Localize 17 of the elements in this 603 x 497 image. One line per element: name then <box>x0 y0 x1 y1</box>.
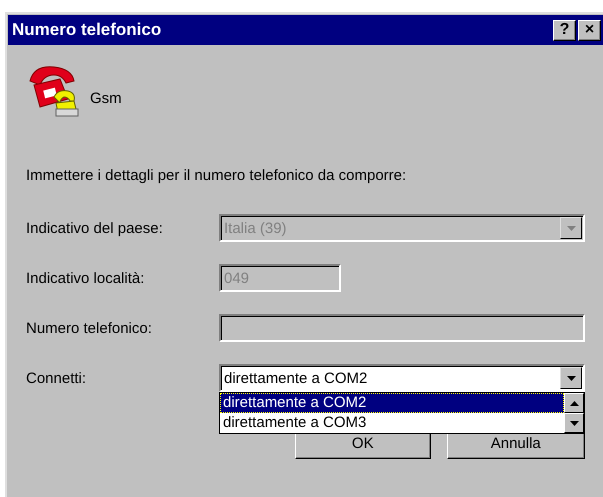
dropdown-field[interactable]: direttamente a COM2 <box>219 364 585 392</box>
field-label: Indicativo del paese: <box>26 220 164 236</box>
scroll-up-icon <box>570 400 578 406</box>
connection-name: Gsm <box>90 90 122 107</box>
window-title: Numero telefonico <box>12 20 162 40</box>
scroll-down-icon <box>570 420 578 426</box>
scroll-up-button[interactable] <box>564 393 584 413</box>
dropdown-arrow-icon <box>566 376 576 380</box>
instruction-text: Immettere i dettagli per il numero telefonico da comporre: <box>26 167 408 184</box>
dropdown-option[interactable]: direttamente a COM2 <box>220 393 564 413</box>
dropdown-arrow-icon <box>566 226 576 230</box>
field-label: Numero telefonico: <box>26 320 153 336</box>
help-button[interactable]: ? <box>553 20 576 40</box>
scroll-down-button[interactable] <box>564 413 584 433</box>
field-label: Indicativo località: <box>26 270 146 286</box>
field-label: Connetti: <box>26 370 88 386</box>
close-button[interactable]: × <box>578 20 601 40</box>
